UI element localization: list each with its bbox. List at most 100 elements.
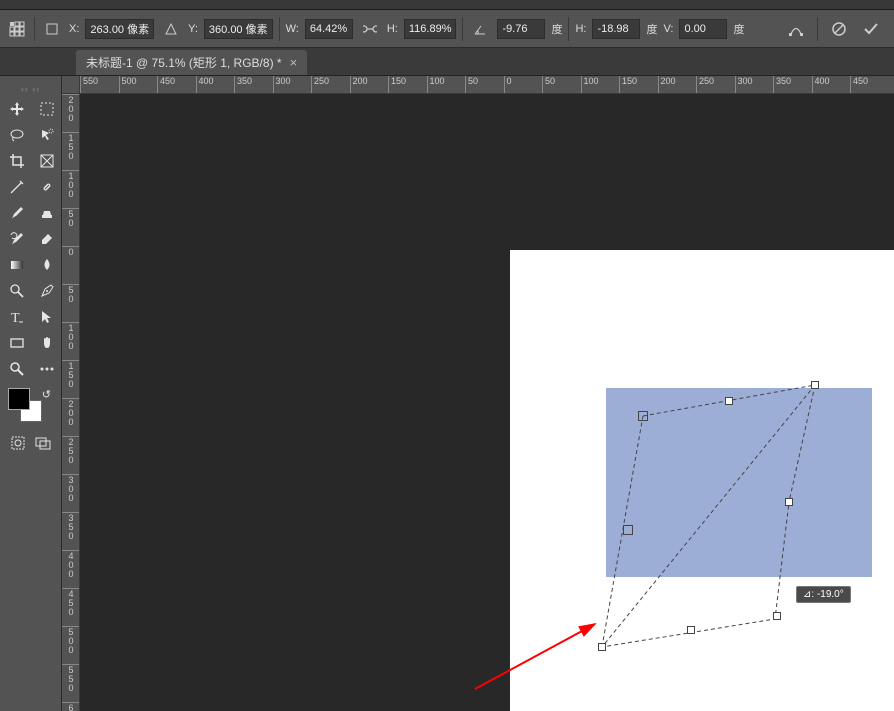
h-skew-input[interactable]: -18.98 [592, 19, 640, 39]
workspace: ›› ‹‹ T ↺ [0, 76, 894, 711]
h-input[interactable]: 116.89% [404, 19, 457, 39]
quick-mask-icon[interactable] [6, 432, 31, 454]
swap-colors-icon[interactable]: ↺ [42, 388, 51, 401]
tab-strip: 未标题-1 @ 75.1% (矩形 1, RGB/8) * × [0, 48, 894, 76]
link-icon[interactable] [359, 18, 381, 40]
ruler-tick: 450 [850, 76, 868, 94]
eraser-tool-icon[interactable] [34, 228, 60, 250]
toolbox: ›› ‹‹ T ↺ [0, 76, 62, 711]
ruler-tick: 150 [388, 76, 406, 94]
blur-tool-icon[interactable] [34, 254, 60, 276]
ruler-tick: 500 [119, 76, 137, 94]
h-label: H: [387, 23, 398, 35]
ruler-tick: 150 [62, 360, 80, 389]
ruler-tick: 200 [658, 76, 676, 94]
w-input[interactable]: 64.42% [305, 19, 353, 39]
y-input[interactable]: 360.00 像素 [204, 19, 273, 39]
transform-handle[interactable] [811, 381, 819, 389]
more-tools-icon[interactable] [34, 358, 60, 380]
anchor-reference-icon[interactable] [6, 18, 28, 40]
transform-handle[interactable] [785, 498, 793, 506]
transform-handle[interactable] [725, 397, 733, 405]
tab-title: 未标题-1 @ 75.1% (矩形 1, RGB/8) * [86, 54, 282, 71]
eyedropper-tool-icon[interactable] [4, 176, 30, 198]
canvas-area: 5505004504003503002502001501005005010015… [62, 76, 894, 711]
transform-handle[interactable] [687, 626, 695, 634]
marquee-tool-icon[interactable] [34, 98, 60, 120]
cancel-icon[interactable] [828, 18, 850, 40]
ruler-vertical[interactable]: 2001501005005010015020025030035040045050… [62, 94, 80, 711]
v-label: V: [663, 23, 673, 35]
ruler-tick: 0 [504, 76, 512, 94]
ruler-tick: 300 [273, 76, 291, 94]
brush-tool-icon[interactable] [4, 202, 30, 224]
dodge-tool-icon[interactable] [4, 280, 30, 302]
interpolation-icon[interactable] [785, 18, 807, 40]
ruler-tick: 200 [62, 398, 80, 427]
relative-position-icon[interactable] [41, 18, 63, 40]
ruler-tick: 100 [62, 322, 80, 351]
transform-handle[interactable] [638, 411, 648, 421]
gradient-tool-icon[interactable] [4, 254, 30, 276]
commit-icon[interactable] [860, 18, 882, 40]
healing-tool-icon[interactable] [34, 176, 60, 198]
ruler-tick: 600 [62, 702, 80, 711]
path-select-tool-icon[interactable] [34, 306, 60, 328]
ruler-tick: 350 [234, 76, 252, 94]
delta-icon[interactable] [160, 18, 182, 40]
ruler-tick: 200 [350, 76, 368, 94]
x-input[interactable]: 263.00 像素 [85, 19, 154, 39]
menubar [0, 0, 894, 10]
clone-stamp-tool-icon[interactable] [34, 202, 60, 224]
ruler-tick: 400 [812, 76, 830, 94]
angle-input[interactable]: -9.76 [497, 19, 545, 39]
ruler-tick: 100 [581, 76, 599, 94]
close-icon[interactable]: × [290, 55, 298, 70]
frame-tool-icon[interactable] [34, 150, 60, 172]
hand-tool-icon[interactable] [34, 332, 60, 354]
ruler-tick: 250 [62, 436, 80, 465]
ruler-tick: 50 [62, 208, 80, 228]
ruler-tick: 100 [427, 76, 445, 94]
zoom-tool-icon[interactable] [4, 358, 30, 380]
ruler-tick: 550 [80, 76, 98, 94]
type-tool-icon[interactable]: T [4, 306, 30, 328]
lasso-tool-icon[interactable] [4, 124, 30, 146]
move-tool-icon[interactable] [4, 98, 30, 120]
pen-tool-icon[interactable] [34, 280, 60, 302]
v-unit: 度 [733, 21, 744, 37]
ruler-tick: 250 [311, 76, 329, 94]
x-label: X: [69, 23, 79, 35]
svg-text:T: T [11, 311, 20, 325]
crop-tool-icon[interactable] [4, 150, 30, 172]
v-skew-input[interactable]: 0.00 [679, 19, 727, 39]
foreground-swatch[interactable] [8, 388, 30, 410]
ruler-tick: 450 [157, 76, 175, 94]
y-label: Y: [188, 23, 198, 35]
ruler-tick: 400 [196, 76, 214, 94]
quick-select-tool-icon[interactable] [34, 124, 60, 146]
ruler-tick: 200 [62, 94, 80, 123]
color-swatches[interactable]: ↺ [8, 388, 53, 422]
ruler-tick: 250 [696, 76, 714, 94]
ruler-tick: 100 [62, 170, 80, 199]
canvas-viewport[interactable]: ⊿: -19.0° [80, 94, 894, 711]
ruler-origin[interactable] [62, 76, 80, 94]
ruler-tick: 50 [62, 284, 80, 304]
h2-unit: 度 [646, 21, 657, 37]
ruler-tick: 150 [62, 132, 80, 161]
rectangle-tool-icon[interactable] [4, 332, 30, 354]
ruler-tick: 350 [62, 512, 80, 541]
document-tab[interactable]: 未标题-1 @ 75.1% (矩形 1, RGB/8) * × [76, 50, 307, 75]
transform-tooltip: ⊿: -19.0° [796, 586, 851, 603]
screen-mode-icon[interactable] [31, 432, 56, 454]
ruler-horizontal[interactable]: 5505004504003503002502001501005005010015… [80, 76, 894, 94]
ruler-tick: 500 [62, 626, 80, 655]
transform-handle[interactable] [598, 643, 606, 651]
ruler-tick: 450 [62, 588, 80, 617]
ruler-tick: 50 [465, 76, 478, 94]
transform-handle[interactable] [773, 612, 781, 620]
history-brush-tool-icon[interactable] [4, 228, 30, 250]
w-label: W: [286, 23, 299, 35]
transform-handle[interactable] [623, 525, 633, 535]
